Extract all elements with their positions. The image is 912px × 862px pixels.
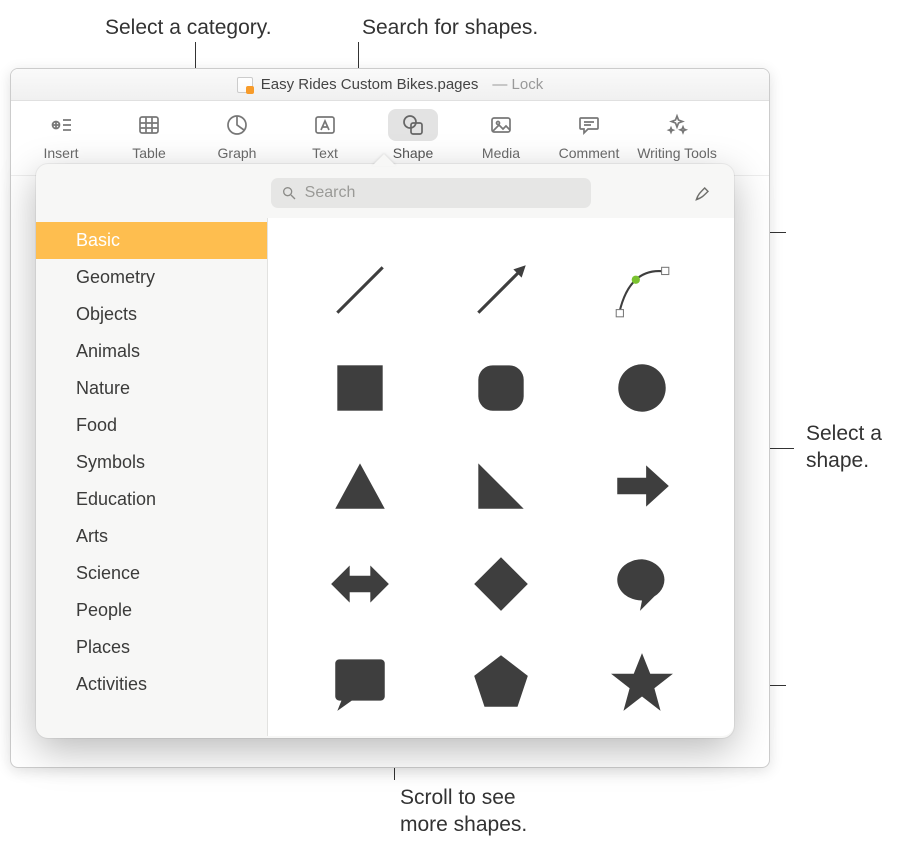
text-button[interactable]: Text (285, 109, 365, 161)
category-list[interactable]: Basic Geometry Objects Animals Nature Fo… (36, 218, 268, 736)
category-activities[interactable]: Activities (36, 666, 267, 703)
category-arts[interactable]: Arts (36, 518, 267, 555)
shapes-popover: Basic Geometry Objects Animals Nature Fo… (36, 164, 734, 738)
table-icon (137, 113, 161, 137)
toolbar-label: Comment (559, 145, 620, 161)
shape-circle[interactable] (579, 340, 706, 436)
category-food[interactable]: Food (36, 407, 267, 444)
annotation-category: Select a category. (105, 14, 272, 41)
toolbar-label: Writing Tools (637, 145, 717, 161)
shape-callout-square[interactable] (296, 634, 423, 730)
shape-pentagon[interactable] (437, 634, 564, 730)
popover-header (36, 164, 734, 218)
table-button[interactable]: Table (109, 109, 189, 161)
document-title: Easy Rides Custom Bikes.pages (261, 76, 479, 93)
toolbar-label: Media (482, 145, 520, 161)
category-education[interactable]: Education (36, 481, 267, 518)
callout-line (766, 448, 794, 449)
writing-tools-button[interactable]: Writing Tools (637, 109, 717, 161)
shape-right-arrow[interactable] (579, 438, 706, 534)
shape-curve[interactable] (579, 242, 706, 338)
shape-star[interactable] (579, 634, 706, 730)
shape-line[interactable] (296, 242, 423, 338)
annotation-scroll: Scroll to see more shapes. (400, 784, 527, 839)
toolbar-label: Shape (393, 145, 433, 161)
toolbar-label: Insert (43, 145, 78, 161)
category-symbols[interactable]: Symbols (36, 444, 267, 481)
search-wrap (271, 178, 591, 208)
comment-icon (577, 113, 601, 137)
search-icon (281, 185, 297, 201)
category-basic[interactable]: Basic (36, 222, 267, 259)
titlebar: Easy Rides Custom Bikes.pages — Lock (11, 69, 769, 101)
shape-rounded-square[interactable] (437, 340, 564, 436)
comment-button[interactable]: Comment (549, 109, 629, 161)
shape-square[interactable] (296, 340, 423, 436)
lock-label: — Lock (492, 76, 543, 93)
insert-icon (49, 113, 73, 137)
category-people[interactable]: People (36, 592, 267, 629)
toolbar-label: Table (132, 145, 165, 161)
toolbar-label: Graph (218, 145, 257, 161)
search-input[interactable] (271, 178, 591, 208)
media-icon (489, 113, 513, 137)
annotation-select-shape: Select a shape. (806, 420, 882, 475)
category-nature[interactable]: Nature (36, 370, 267, 407)
shape-grid[interactable] (268, 218, 734, 736)
pen-tool-button[interactable] (690, 180, 716, 206)
shape-speech-bubble[interactable] (579, 536, 706, 632)
pen-icon (693, 183, 713, 203)
shape-arrow-line[interactable] (437, 242, 564, 338)
shape-right-triangle[interactable] (437, 438, 564, 534)
category-geometry[interactable]: Geometry (36, 259, 267, 296)
document-icon (237, 77, 253, 93)
graph-button[interactable]: Graph (197, 109, 277, 161)
shape-triangle[interactable] (296, 438, 423, 534)
text-icon (313, 113, 337, 137)
graph-icon (225, 113, 249, 137)
writing-tools-icon (665, 113, 689, 137)
shape-diamond[interactable] (437, 536, 564, 632)
toolbar-label: Text (312, 145, 338, 161)
media-button[interactable]: Media (461, 109, 541, 161)
category-places[interactable]: Places (36, 629, 267, 666)
insert-button[interactable]: Insert (21, 109, 101, 161)
category-animals[interactable]: Animals (36, 333, 267, 370)
shape-double-arrow[interactable] (296, 536, 423, 632)
shape-icon (401, 113, 425, 137)
category-science[interactable]: Science (36, 555, 267, 592)
annotation-search: Search for shapes. (362, 14, 538, 41)
category-objects[interactable]: Objects (36, 296, 267, 333)
